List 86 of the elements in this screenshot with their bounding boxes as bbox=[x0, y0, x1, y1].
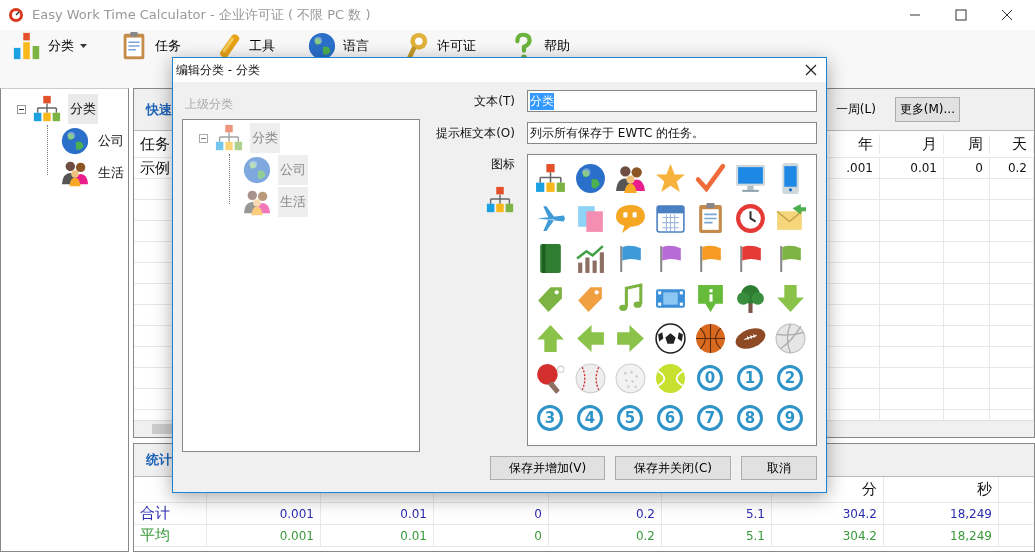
tree-item[interactable]: 分类 bbox=[68, 94, 98, 124]
table-cell: 0 bbox=[434, 503, 549, 524]
globe-icon bbox=[573, 161, 607, 195]
hierarchy-icon bbox=[485, 185, 515, 215]
toolbar-label: 工具 bbox=[249, 37, 275, 55]
maximize-icon[interactable] bbox=[955, 9, 967, 21]
toolbar-button[interactable]: 帮助 bbox=[504, 30, 574, 62]
bars-icon bbox=[12, 31, 42, 61]
table-cell: 0.2 bbox=[549, 503, 662, 524]
tree-item[interactable]: 公司 bbox=[278, 155, 308, 185]
basketball-icon bbox=[693, 321, 727, 355]
table-cell: .001 bbox=[830, 158, 880, 178]
table-cell: 18,249 bbox=[884, 503, 999, 524]
table-cell: 0.01 bbox=[880, 158, 944, 178]
table-cell: 5.1 bbox=[662, 525, 772, 546]
circled-number[interactable]: 7 bbox=[697, 405, 723, 431]
star-icon bbox=[653, 161, 687, 195]
table-cell: 18,249 bbox=[884, 525, 999, 546]
dialog-button[interactable]: 保存并关闭(C) bbox=[615, 456, 731, 480]
column-header: 天 bbox=[990, 134, 1034, 154]
tree-item[interactable]: 生活 bbox=[278, 187, 308, 217]
circled-number[interactable]: 4 bbox=[577, 405, 603, 431]
column-header: 月 bbox=[880, 134, 944, 154]
window-title: Easy Work Time Calculator - 企业许可证 ( 不限 PC 数 ) bbox=[32, 6, 371, 24]
close-icon[interactable] bbox=[1001, 9, 1013, 21]
range-button[interactable]: 一周(L) bbox=[830, 97, 881, 122]
dialog-button[interactable]: 保存并增加(V) bbox=[489, 456, 606, 480]
globe-icon bbox=[242, 155, 272, 185]
field-label: 图标 bbox=[490, 156, 515, 173]
circled-number[interactable]: 1 bbox=[737, 365, 763, 391]
range-button[interactable]: 更多(M)... bbox=[894, 97, 960, 122]
text-field[interactable]: 分类 bbox=[527, 90, 817, 112]
circled-number[interactable]: 9 bbox=[777, 405, 803, 431]
tree-item[interactable]: 公司 bbox=[96, 126, 126, 156]
toolbar-label: 任务 bbox=[155, 37, 181, 55]
circled-number[interactable]: 8 bbox=[737, 405, 763, 431]
table-cell: 0.001 bbox=[207, 525, 321, 546]
table-cell: 0.001 bbox=[207, 503, 321, 524]
table-cell: 0.2 bbox=[990, 158, 1034, 178]
close-icon[interactable] bbox=[805, 64, 817, 76]
circled-number[interactable]: 5 bbox=[617, 405, 643, 431]
dialog-title: 编辑分类 - 分类 bbox=[176, 61, 260, 79]
globe-icon bbox=[60, 126, 90, 156]
circled-number[interactable]: 2 bbox=[777, 365, 803, 391]
circled-number[interactable]: 6 bbox=[657, 405, 683, 431]
row-label: 合计 bbox=[134, 503, 207, 524]
table-cell: 304.2 bbox=[772, 525, 884, 546]
tree-item[interactable]: 分类 bbox=[250, 123, 280, 153]
tooltip-text-field[interactable]: 列示所有保存于 EWTC 的任务。 bbox=[527, 122, 817, 144]
column-header: 秒 bbox=[884, 477, 999, 502]
field-label: 文本(T) bbox=[473, 92, 515, 110]
table-cell: 0 bbox=[434, 525, 549, 546]
checkmark-icon bbox=[693, 161, 727, 195]
table-cell: 5.1 bbox=[662, 503, 772, 524]
toolbar-label: 分类 bbox=[48, 37, 74, 55]
column-header: 年 bbox=[830, 134, 880, 154]
circled-number[interactable]: 3 bbox=[537, 405, 563, 431]
hierarchy-icon bbox=[533, 161, 567, 195]
clock-icon bbox=[733, 201, 767, 235]
app-logo-icon bbox=[8, 7, 24, 23]
collapse-icon[interactable] bbox=[17, 104, 26, 114]
toolbar-label: 帮助 bbox=[544, 37, 570, 55]
table-cell: 0 bbox=[944, 158, 990, 178]
column-header: 周 bbox=[944, 134, 990, 154]
table-cell: 0.01 bbox=[321, 503, 434, 524]
tree-item[interactable]: 生活 bbox=[96, 158, 126, 188]
row-label: 平均 bbox=[134, 525, 207, 546]
toolbar-label: 许可证 bbox=[437, 37, 476, 55]
hierarchy-icon bbox=[32, 94, 62, 124]
toolbar-label: 语言 bbox=[343, 37, 369, 55]
soccer-ball-icon bbox=[653, 321, 687, 355]
panel-tab[interactable]: 统计 bbox=[146, 451, 172, 469]
table-cell: 0.2 bbox=[549, 525, 662, 546]
baseball-icon bbox=[573, 361, 607, 395]
hierarchy-icon bbox=[214, 123, 244, 153]
dialog-button[interactable]: 取消 bbox=[741, 456, 817, 480]
toolbar-button[interactable]: 分类 bbox=[8, 30, 91, 62]
table-cell: 0.01 bbox=[321, 525, 434, 546]
circled-number[interactable]: 0 bbox=[697, 365, 723, 391]
panel-tab[interactable]: 快速 bbox=[146, 100, 172, 119]
table-cell: 304.2 bbox=[772, 503, 884, 524]
golf-ball-icon bbox=[613, 361, 647, 395]
tennis-ball-icon bbox=[653, 361, 687, 395]
parent-tree[interactable]: 分类 公司 生活 bbox=[182, 119, 420, 452]
icon-picker[interactable]: 0 1 2 3 4 5 6 7 8 9 bbox=[527, 154, 817, 446]
volleyball-icon bbox=[773, 321, 807, 355]
